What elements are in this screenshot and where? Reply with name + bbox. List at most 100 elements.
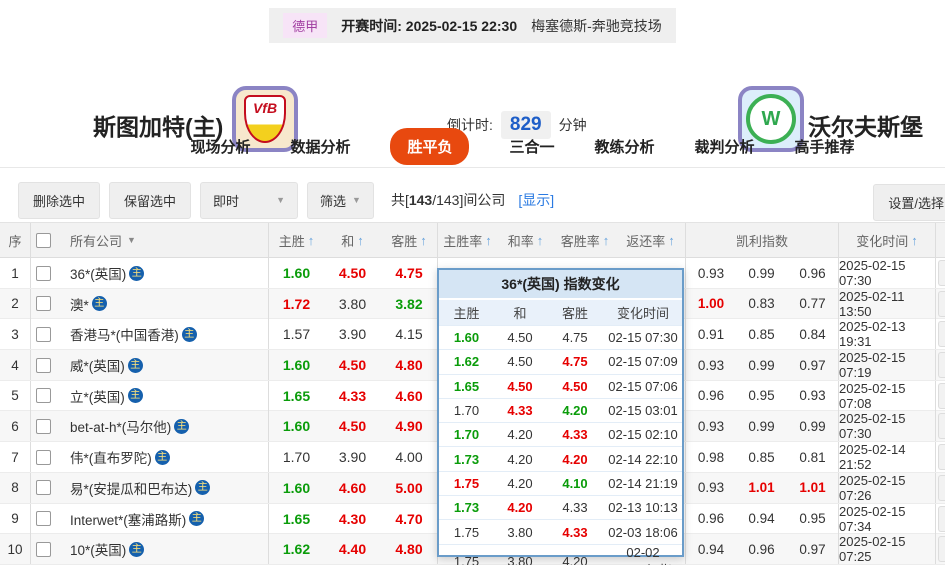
- delete-selected-button[interactable]: 删除选中: [18, 181, 101, 219]
- row-checkbox[interactable]: [36, 326, 51, 342]
- popup-away-odds: 4.33: [562, 500, 588, 516]
- row-checkbox-cell: [30, 350, 56, 381]
- instant-odds-select[interactable]: 即时 ▼: [200, 181, 299, 219]
- row-action-stub[interactable]: [935, 442, 945, 473]
- row-index: 4: [11, 357, 19, 373]
- popup-change-time: 02-14 21:19: [608, 475, 678, 491]
- tab-referee-analysis[interactable]: 裁判分析: [695, 136, 755, 157]
- header-away-rate[interactable]: 客胜率 ↑: [554, 223, 616, 257]
- filter-select[interactable]: 筛选 ▼: [307, 181, 374, 219]
- home-odds-cell: 1.72: [268, 288, 324, 319]
- row-checkbox[interactable]: [36, 296, 51, 312]
- header-home-rate[interactable]: 主胜率 ↑: [437, 223, 497, 257]
- row-action-button-fragment[interactable]: [938, 260, 945, 286]
- keep-selected-button[interactable]: 保留选中: [109, 181, 192, 219]
- header-home-odds[interactable]: 主胜 ↑: [268, 223, 324, 257]
- draw-odds-cell: 3.90: [338, 449, 367, 466]
- popup-draw-odds: 4.20: [507, 475, 533, 491]
- main-company-icon: 主: [154, 449, 170, 465]
- match-info-box: 德甲 开赛时间: 2025-02-15 22:30 梅塞德斯-奔驰竞技场: [269, 8, 676, 43]
- row-action-stub[interactable]: [935, 288, 945, 319]
- change-time-cell: 2025-02-15 07:19: [838, 350, 935, 381]
- header-return-rate[interactable]: 返还率 ↑: [616, 223, 685, 257]
- header-away-odds[interactable]: 客胜 ↑: [381, 223, 437, 257]
- row-action-stub[interactable]: [935, 534, 945, 565]
- sort-asc-icon: ↑: [536, 232, 544, 248]
- company-cell[interactable]: 威*(英国) 主: [56, 350, 268, 380]
- sort-asc-icon: ↑: [357, 232, 364, 248]
- row-action-button-fragment[interactable]: [938, 474, 945, 501]
- draw-odds-cell: 4.30: [338, 510, 367, 527]
- popup-home-odds: 1.75: [453, 554, 480, 565]
- change-time-cell: 2025-02-15 07:30: [838, 411, 935, 442]
- company-cell[interactable]: bet-at-h*(马尔他) 主: [56, 411, 268, 441]
- row-action-button-fragment[interactable]: [938, 352, 945, 379]
- tab-expert-picks[interactable]: 高手推荐: [795, 136, 855, 157]
- row-checkbox[interactable]: [36, 449, 51, 465]
- company-cell[interactable]: 香港马*(中国香港) 主: [56, 319, 268, 349]
- row-action-stub[interactable]: [935, 319, 945, 350]
- header-draw-odds[interactable]: 和 ↑: [324, 223, 381, 257]
- popup-title: 36*(英国) 指数变化: [439, 270, 682, 300]
- row-action-button-fragment[interactable]: [938, 413, 945, 440]
- row-action-stub[interactable]: [935, 380, 945, 411]
- company-cell[interactable]: 36*(英国) 主: [56, 258, 268, 288]
- chevron-down-icon: ▼: [276, 195, 286, 205]
- kelly-away-cell: 1.01: [799, 480, 826, 496]
- instant-odds-label: 即时: [213, 193, 240, 209]
- tab-win-draw-lose[interactable]: 胜平负: [390, 127, 470, 165]
- show-link[interactable]: [显示]: [518, 190, 554, 210]
- popup-draw-odds: 3.80: [507, 524, 533, 540]
- row-action-button-fragment[interactable]: [938, 444, 945, 471]
- popup-home-odds: 1.73: [453, 451, 480, 467]
- select-all-checkbox[interactable]: [36, 232, 51, 248]
- row-action-stub[interactable]: [935, 503, 945, 534]
- kelly-home-cell: 0.93: [685, 411, 736, 442]
- row-action-stub[interactable]: [935, 472, 945, 503]
- row-checkbox[interactable]: [36, 388, 51, 404]
- row-checkbox[interactable]: [36, 357, 51, 373]
- popup-away-odds: 4.20: [562, 451, 588, 467]
- header-change-time[interactable]: 变化时间 ↑: [838, 223, 935, 257]
- tab-live-analysis[interactable]: 现场分析: [190, 136, 250, 157]
- draw-odds-cell: 4.50: [338, 418, 367, 435]
- row-checkbox[interactable]: [36, 480, 51, 496]
- row-checkbox[interactable]: [36, 265, 51, 281]
- row-action-stub[interactable]: [935, 350, 945, 381]
- row-action-button-fragment[interactable]: [938, 321, 945, 348]
- company-cell[interactable]: 10*(英国) 主: [56, 534, 268, 564]
- company-count-text: 共[143/143]间公司: [390, 192, 506, 208]
- header-company[interactable]: 所有公司 ▼: [56, 223, 268, 257]
- row-action-stub[interactable]: [935, 258, 945, 288]
- draw-odds-cell: 4.60: [338, 479, 367, 496]
- sort-asc-icon: ↑: [420, 232, 427, 248]
- company-name: 立*(英国): [70, 389, 125, 405]
- company-cell[interactable]: 立*(英国) 主: [56, 381, 268, 411]
- draw-odds-cell: 4.33: [338, 387, 367, 404]
- home-odds-cell: 1.70: [268, 442, 324, 473]
- kelly-draw-cell: 0.94: [748, 511, 775, 526]
- company-cell[interactable]: 易*(安提瓜和巴布达) 主: [56, 473, 268, 503]
- settings-button[interactable]: 设置/选择: [873, 184, 945, 221]
- tab-coach-analysis[interactable]: 教练分析: [595, 136, 655, 157]
- row-action-button-fragment[interactable]: [938, 505, 945, 532]
- analysis-tabs: 现场分析 数据分析 胜平负 三合一 教练分析 裁判分析 高手推荐: [0, 125, 945, 168]
- draw-odds-cell: 4.50: [338, 265, 367, 281]
- company-cell[interactable]: Interwet*(塞浦路斯) 主: [56, 504, 268, 534]
- header-draw-rate[interactable]: 和率 ↑: [497, 223, 554, 257]
- row-action-button-fragment[interactable]: [938, 290, 945, 317]
- row-action-button-fragment[interactable]: [938, 382, 945, 409]
- kelly-home-cell: 0.93: [685, 350, 736, 381]
- row-checkbox[interactable]: [36, 418, 51, 434]
- tab-three-in-one[interactable]: 三合一: [509, 136, 554, 157]
- row-checkbox[interactable]: [36, 541, 51, 557]
- odds-comparison-page: 德甲 开赛时间: 2025-02-15 22:30 梅塞德斯-奔驰竞技场 斯图加…: [0, 0, 945, 565]
- company-cell[interactable]: 澳* 主: [56, 289, 268, 319]
- tab-data-analysis[interactable]: 数据分析: [290, 136, 350, 157]
- row-action-stub[interactable]: [935, 411, 945, 442]
- kelly-draw-cell: 1.01: [748, 480, 775, 496]
- row-action-button-fragment[interactable]: [938, 536, 945, 563]
- company-cell[interactable]: 伟*(直布罗陀) 主: [56, 442, 268, 472]
- away-odds-cell: 4.80: [395, 357, 423, 374]
- row-checkbox[interactable]: [36, 511, 51, 526]
